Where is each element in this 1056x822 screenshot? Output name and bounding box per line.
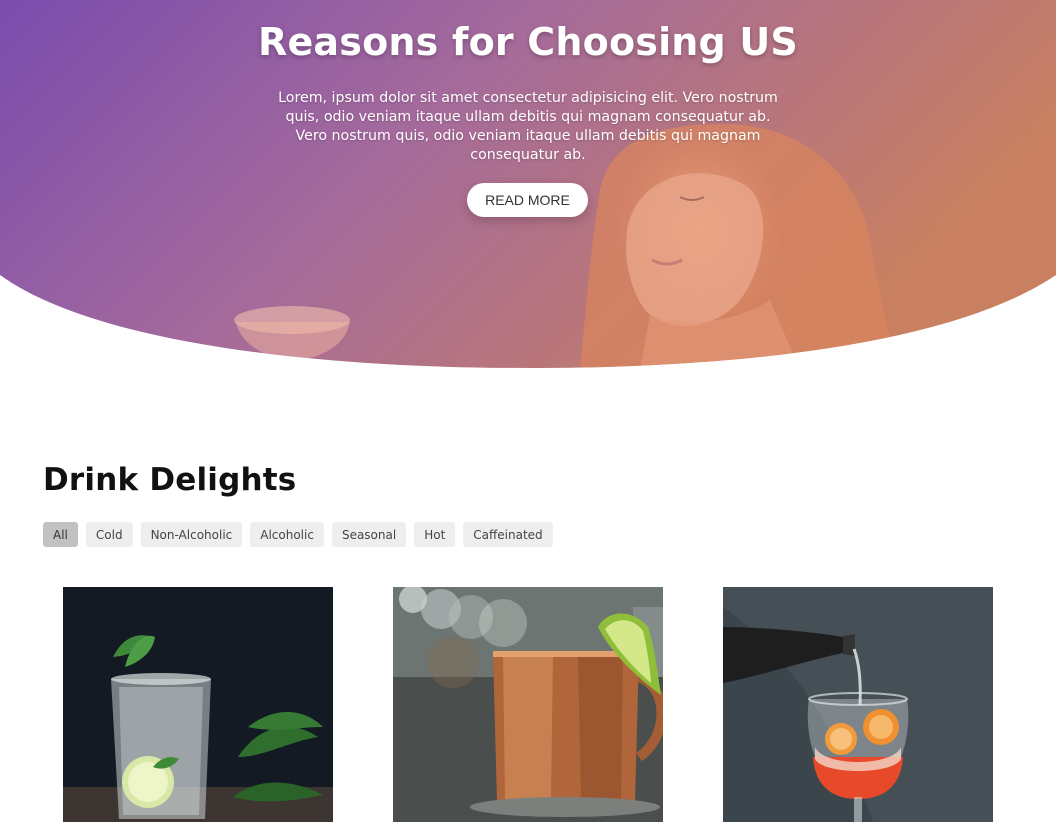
section-title: Drink Delights xyxy=(43,462,297,498)
mojito-glass-photo xyxy=(63,587,333,822)
hero-description: Lorem, ipsum dolor sit amet consectetur … xyxy=(278,90,778,163)
copper-mug-photo xyxy=(393,587,663,822)
spritz-pour-photo xyxy=(723,587,993,822)
filter-alcoholic[interactable]: Alcoholic xyxy=(250,522,324,547)
filter-caffeinated[interactable]: Caffeinated xyxy=(463,522,553,547)
drink-card-copper-mug[interactable] xyxy=(393,587,663,822)
drink-card-mojito[interactable] xyxy=(63,587,333,822)
hero-banner: Reasons for Choosing US Lorem, ipsum dol… xyxy=(0,0,1056,370)
read-more-button[interactable]: READ MORE xyxy=(467,183,588,217)
filter-seasonal[interactable]: Seasonal xyxy=(331,522,407,547)
filter-non-alcoholic[interactable]: Non-Alcoholic xyxy=(140,522,243,547)
filter-cold[interactable]: Cold xyxy=(85,522,133,547)
category-filter-bar: All Cold Non-Alcoholic Alcoholic Seasona… xyxy=(43,522,553,547)
filter-all[interactable]: All xyxy=(43,522,78,547)
drink-card-spritz[interactable] xyxy=(723,587,993,822)
hero-title: Reasons for Choosing US xyxy=(257,20,798,64)
filter-hot[interactable]: Hot xyxy=(414,522,456,547)
